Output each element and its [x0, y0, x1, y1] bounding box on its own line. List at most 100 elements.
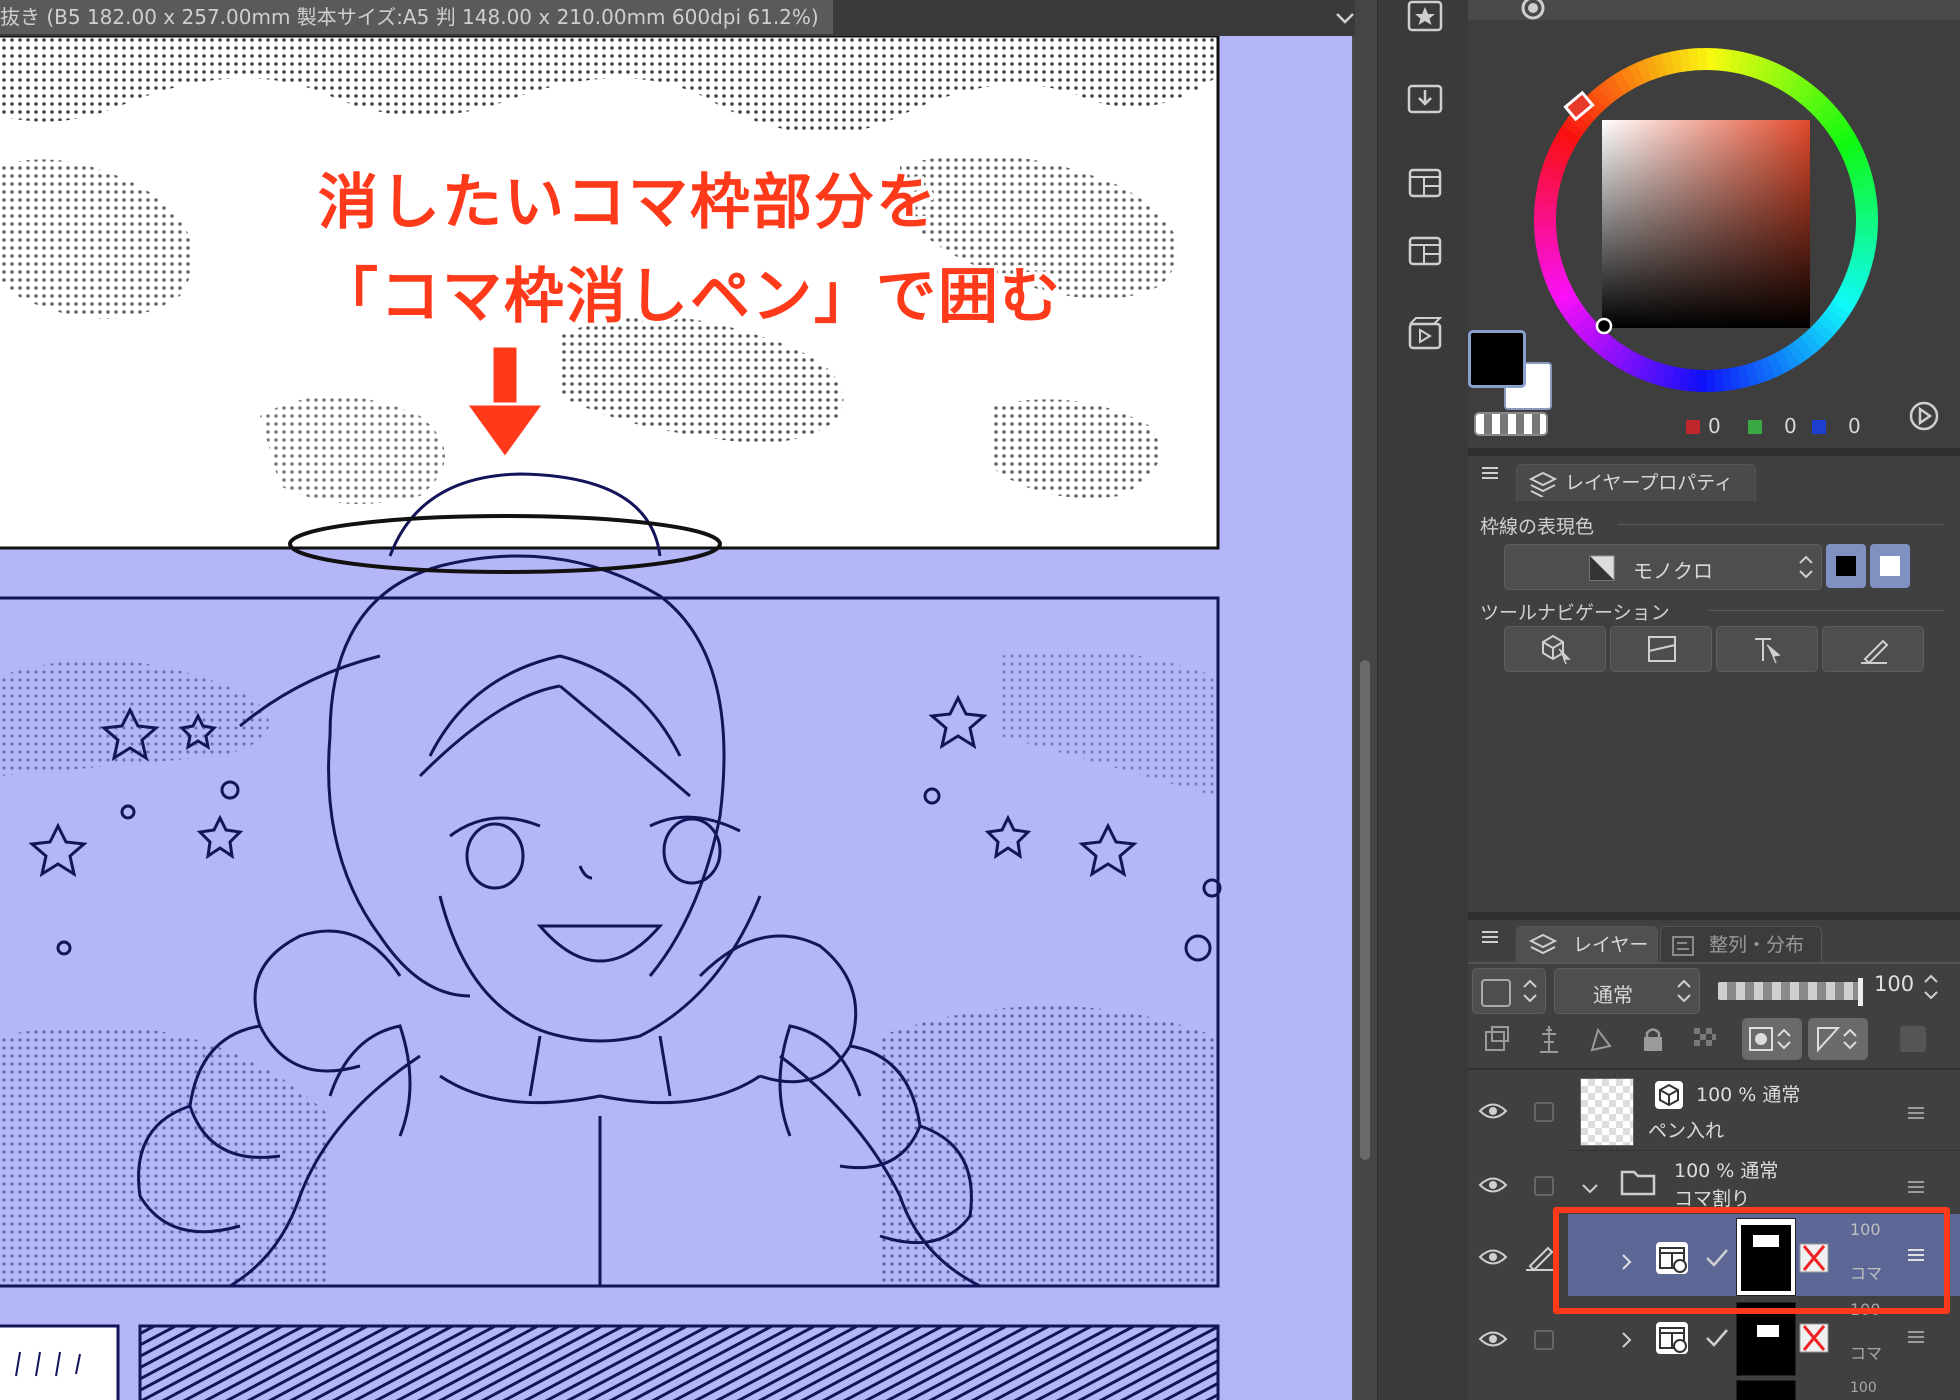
tab-layer-property[interactable]: レイヤープロパティ [1516, 464, 1756, 501]
hue-ring-segment [1696, 48, 1708, 71]
main-color-swatch[interactable] [1468, 330, 1526, 388]
layer-percent: 100 % [1696, 1084, 1757, 1106]
stepper-icon[interactable] [1922, 970, 1940, 1004]
layer-percent-mode: 100 % 通常 [1696, 1080, 1800, 1107]
opacity-value[interactable]: 100 [1874, 972, 1914, 996]
select-checkbox[interactable] [1534, 1176, 1554, 1196]
bottom-panels [0, 1324, 1220, 1400]
object-select-icon [1542, 634, 1571, 665]
frame-select-icon [1755, 638, 1781, 664]
next-panel-icon[interactable] [1908, 400, 1940, 432]
panel-separator [1468, 448, 1960, 456]
eye-visibility-icon[interactable] [1478, 1330, 1508, 1348]
tool-nav-frame-select-button[interactable] [1716, 626, 1818, 672]
color-wheel-tab-icon[interactable] [1520, 0, 1546, 20]
border-color-select[interactable]: モノクロ [1504, 544, 1822, 590]
timeline-animation-icon[interactable] [1406, 314, 1444, 352]
canvas-area[interactable]: 消したいコマ枠部分を 「コマ枠消しペン」で囲む 抜き (B5 182.00 x … [0, 0, 1355, 1400]
frame-template-icon[interactable] [1406, 232, 1444, 270]
blend-mode-select[interactable]: 通常 [1554, 968, 1700, 1014]
tab-layer[interactable]: レイヤー [1516, 926, 1658, 963]
layer-name: ペン入れ [1648, 1120, 1725, 1142]
hue-ring-segment [1704, 369, 1716, 392]
tool-nav-pen-button[interactable] [1822, 626, 1924, 672]
clip-lower-layer-icon[interactable] [1482, 1024, 1512, 1054]
scrollbar-thumb[interactable] [1360, 660, 1370, 1160]
mask-icon [1749, 1027, 1791, 1051]
manga-page[interactable]: 消したいコマ枠部分を 「コマ枠消しペン」で囲む [0, 34, 1352, 1400]
ruler-toggle-button[interactable] [1808, 1018, 1868, 1060]
panel-menu-icon[interactable] [1482, 930, 1498, 944]
ruler-icon [1817, 1027, 1857, 1053]
folder-icon [1620, 1170, 1656, 1196]
tab-align-label: 整列・分布 [1709, 934, 1805, 956]
layer-color-select[interactable] [1472, 968, 1546, 1014]
frame-divide-icon [1648, 636, 1676, 662]
icon-strip [1377, 0, 1469, 1400]
blue-value: 0 [1848, 414, 1861, 438]
stepper-icon [1799, 555, 1813, 579]
color-wheel[interactable] [1514, 28, 1898, 412]
chevron-down-icon[interactable] [1333, 6, 1355, 30]
panel-menu-icon[interactable] [1482, 466, 1498, 480]
tab-layer-label: レイヤー [1573, 934, 1649, 956]
red-channel-icon [1686, 420, 1700, 434]
tab-layer-property-label: レイヤープロパティ [1565, 472, 1734, 494]
hue-ring-segment [1534, 218, 1557, 230]
layer-thumbnail [1736, 1380, 1796, 1400]
tab-align-distribute[interactable]: 整列・分布 [1660, 926, 1822, 963]
eye-visibility-icon[interactable] [1478, 1176, 1508, 1194]
frame-folder-icon [1656, 1322, 1688, 1354]
draft-layer-icon[interactable] [1586, 1024, 1616, 1054]
border-color-value: モノクロ [1633, 559, 1713, 583]
white-color-toggle[interactable] [1870, 544, 1910, 588]
blend-mode-value: 通常 [1593, 983, 1633, 1007]
chevron-down-icon[interactable] [1580, 1182, 1600, 1196]
mask-disabled-icon[interactable] [1798, 1322, 1838, 1356]
stepper-icon [1677, 979, 1691, 1003]
vector-layer-icon [1655, 1081, 1683, 1109]
download-material-icon[interactable] [1406, 80, 1444, 118]
layer-options-button[interactable] [1900, 1026, 1926, 1052]
tool-nav-object-button[interactable] [1504, 626, 1606, 672]
green-channel-icon [1748, 420, 1762, 434]
lock-icon[interactable] [1638, 1024, 1668, 1054]
eye-visibility-icon[interactable] [1478, 1248, 1508, 1266]
right-panel: 0 0 0 レイヤープロパティ 枠線の表現色 モノクロ ツールナビゲーション レ… [1468, 0, 1960, 1400]
eye-visibility-icon[interactable] [1478, 1102, 1508, 1120]
divider [1468, 962, 1960, 964]
transparent-color-swatch[interactable] [1474, 412, 1548, 436]
layer-property-panel: レイヤープロパティ 枠線の表現色 モノクロ ツールナビゲーション [1468, 456, 1960, 912]
reference-layer-icon[interactable] [1534, 1024, 1564, 1054]
opacity-slider-thumb[interactable] [1858, 978, 1863, 1006]
checkmark-icon[interactable] [1704, 1326, 1730, 1348]
chevron-right-icon[interactable] [1620, 1330, 1634, 1350]
green-value: 0 [1784, 414, 1797, 438]
select-checkbox[interactable] [1534, 1330, 1554, 1350]
layer-menu-icon[interactable] [1908, 1330, 1924, 1344]
opacity-slider[interactable] [1718, 982, 1860, 1000]
frame-template-icon[interactable] [1406, 164, 1444, 202]
star-favorite-icon[interactable] [1406, 0, 1444, 38]
document-title[interactable]: 抜き (B5 182.00 x 257.00mm 製本サイズ:A5 判 148.… [0, 0, 833, 34]
tool-nav-frame-cut-button[interactable] [1610, 626, 1712, 672]
black-color-toggle[interactable] [1826, 544, 1866, 588]
mask-toggle-button[interactable] [1742, 1018, 1802, 1060]
layer-row-pen[interactable]: 100 % 通常 ペン入れ [1468, 1072, 1960, 1150]
divider [1708, 610, 1944, 611]
divider [1568, 1150, 1960, 1151]
layer-panel: レイヤー 整列・分布 通常 100 100 % 通常 ペン入れ 100 % 通常… [1468, 920, 1960, 1400]
annotation-line-1: 消したいコマ枠部分を [318, 168, 938, 238]
layer-menu-icon[interactable] [1908, 1106, 1924, 1120]
layer-row-partial[interactable]: 100 [1468, 1380, 1960, 1400]
lock-transparency-icon[interactable] [1690, 1024, 1720, 1054]
arrow-down-icon [463, 346, 547, 461]
layer-menu-icon[interactable] [1908, 1180, 1924, 1194]
layer-percent: 100 [1850, 1380, 1877, 1396]
layer-mode: 通常 [1762, 1084, 1801, 1106]
layers-icon [1529, 933, 1557, 955]
select-checkbox[interactable] [1534, 1102, 1554, 1122]
tool-navigation-section-label: ツールナビゲーション [1480, 602, 1670, 624]
monochrome-icon [1589, 555, 1615, 581]
layer-mode: 通常 [1740, 1160, 1779, 1182]
